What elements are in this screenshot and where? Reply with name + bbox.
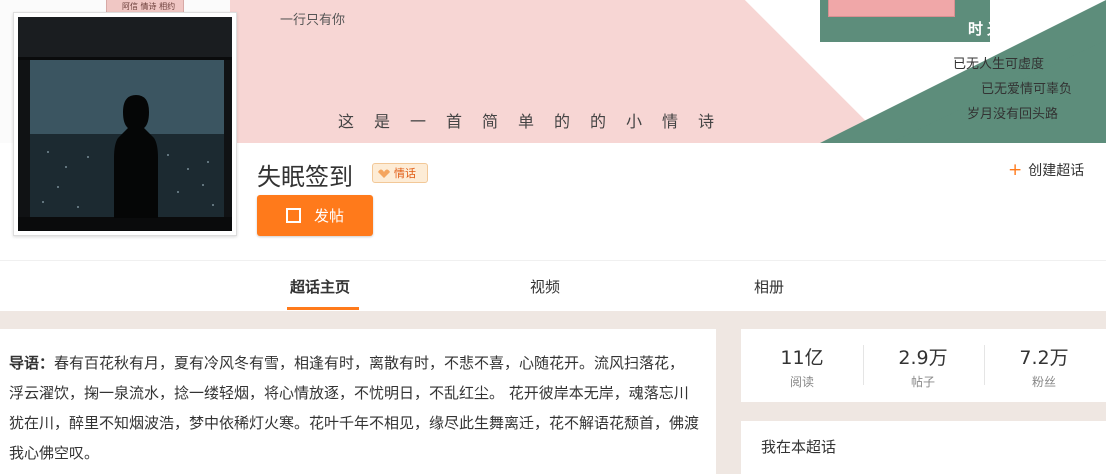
intro-prefix: 导语：: [9, 354, 55, 372]
banner-top-text: 一行只有你: [280, 13, 346, 28]
edit-icon: [286, 208, 301, 223]
poem-title: 时光迹: [968, 20, 1026, 38]
poem-line-2: 已无爱情可辜负: [981, 82, 1073, 97]
tab-home[interactable]: 超话主页: [290, 276, 350, 297]
plus-icon: +: [1008, 160, 1023, 180]
topic-badge: 情话: [372, 163, 428, 183]
post-button-label: 发帖: [314, 207, 345, 225]
intro-text: 导语：春有百花秋有月，夏有冷风冬有雪，相逢有时，离散有时，不悲不喜，心随花开。流…: [9, 348, 699, 468]
stat-reads: 11亿 阅读: [742, 343, 862, 390]
tab-album[interactable]: 相册: [754, 276, 784, 297]
active-tab-indicator: [287, 307, 359, 310]
stat-label: 阅读: [789, 375, 814, 389]
avatar-image: [18, 17, 232, 231]
tab-bar: 超话主页 视频 相册: [0, 260, 1106, 311]
tab-video[interactable]: 视频: [530, 276, 560, 297]
create-topic-label: 创建超话: [1028, 163, 1085, 179]
book-left-text: 阿信 情诗 相约: [122, 2, 176, 11]
heart-hand-icon: [378, 169, 390, 178]
my-topic-title: 我在本超话: [761, 438, 837, 456]
stat-label: 帖子: [910, 375, 935, 389]
create-topic-link[interactable]: + 创建超话: [1008, 160, 1084, 180]
my-topic-card: 我在本超话: [741, 421, 1106, 474]
badge-label: 情话: [394, 167, 416, 180]
post-button[interactable]: 发帖: [257, 195, 373, 236]
intro-card: 导语：春有百花秋有月，夏有冷风冬有雪，相逢有时，离散有时，不悲不喜，心随花开。流…: [0, 329, 716, 474]
stat-value: 11亿: [780, 347, 824, 369]
stat-label: 粉丝: [1031, 375, 1056, 389]
topic-avatar[interactable]: [13, 12, 237, 236]
topic-name: 失眠签到: [257, 163, 353, 191]
poem-line-3: 岁月没有回头路: [967, 107, 1059, 122]
poem-line-1: 已无人生可虚度: [953, 57, 1045, 72]
stat-fans: 7.2万 粉丝: [984, 343, 1104, 390]
stat-posts: 2.9万 帖子: [863, 343, 983, 390]
stat-value: 2.9万: [898, 347, 948, 369]
stats-card: 11亿 阅读 2.9万 帖子 7.2万 粉丝: [741, 329, 1106, 402]
stat-value: 7.2万: [1019, 347, 1069, 369]
intro-body: 春有百花秋有月，夏有冷风冬有雪，相逢有时，离散有时，不悲不喜，心随花开。流风扫落…: [9, 354, 700, 462]
book-thumbnail-right: [828, 0, 955, 17]
banner-main-text: 这是一首简单的的小情诗: [338, 112, 735, 131]
